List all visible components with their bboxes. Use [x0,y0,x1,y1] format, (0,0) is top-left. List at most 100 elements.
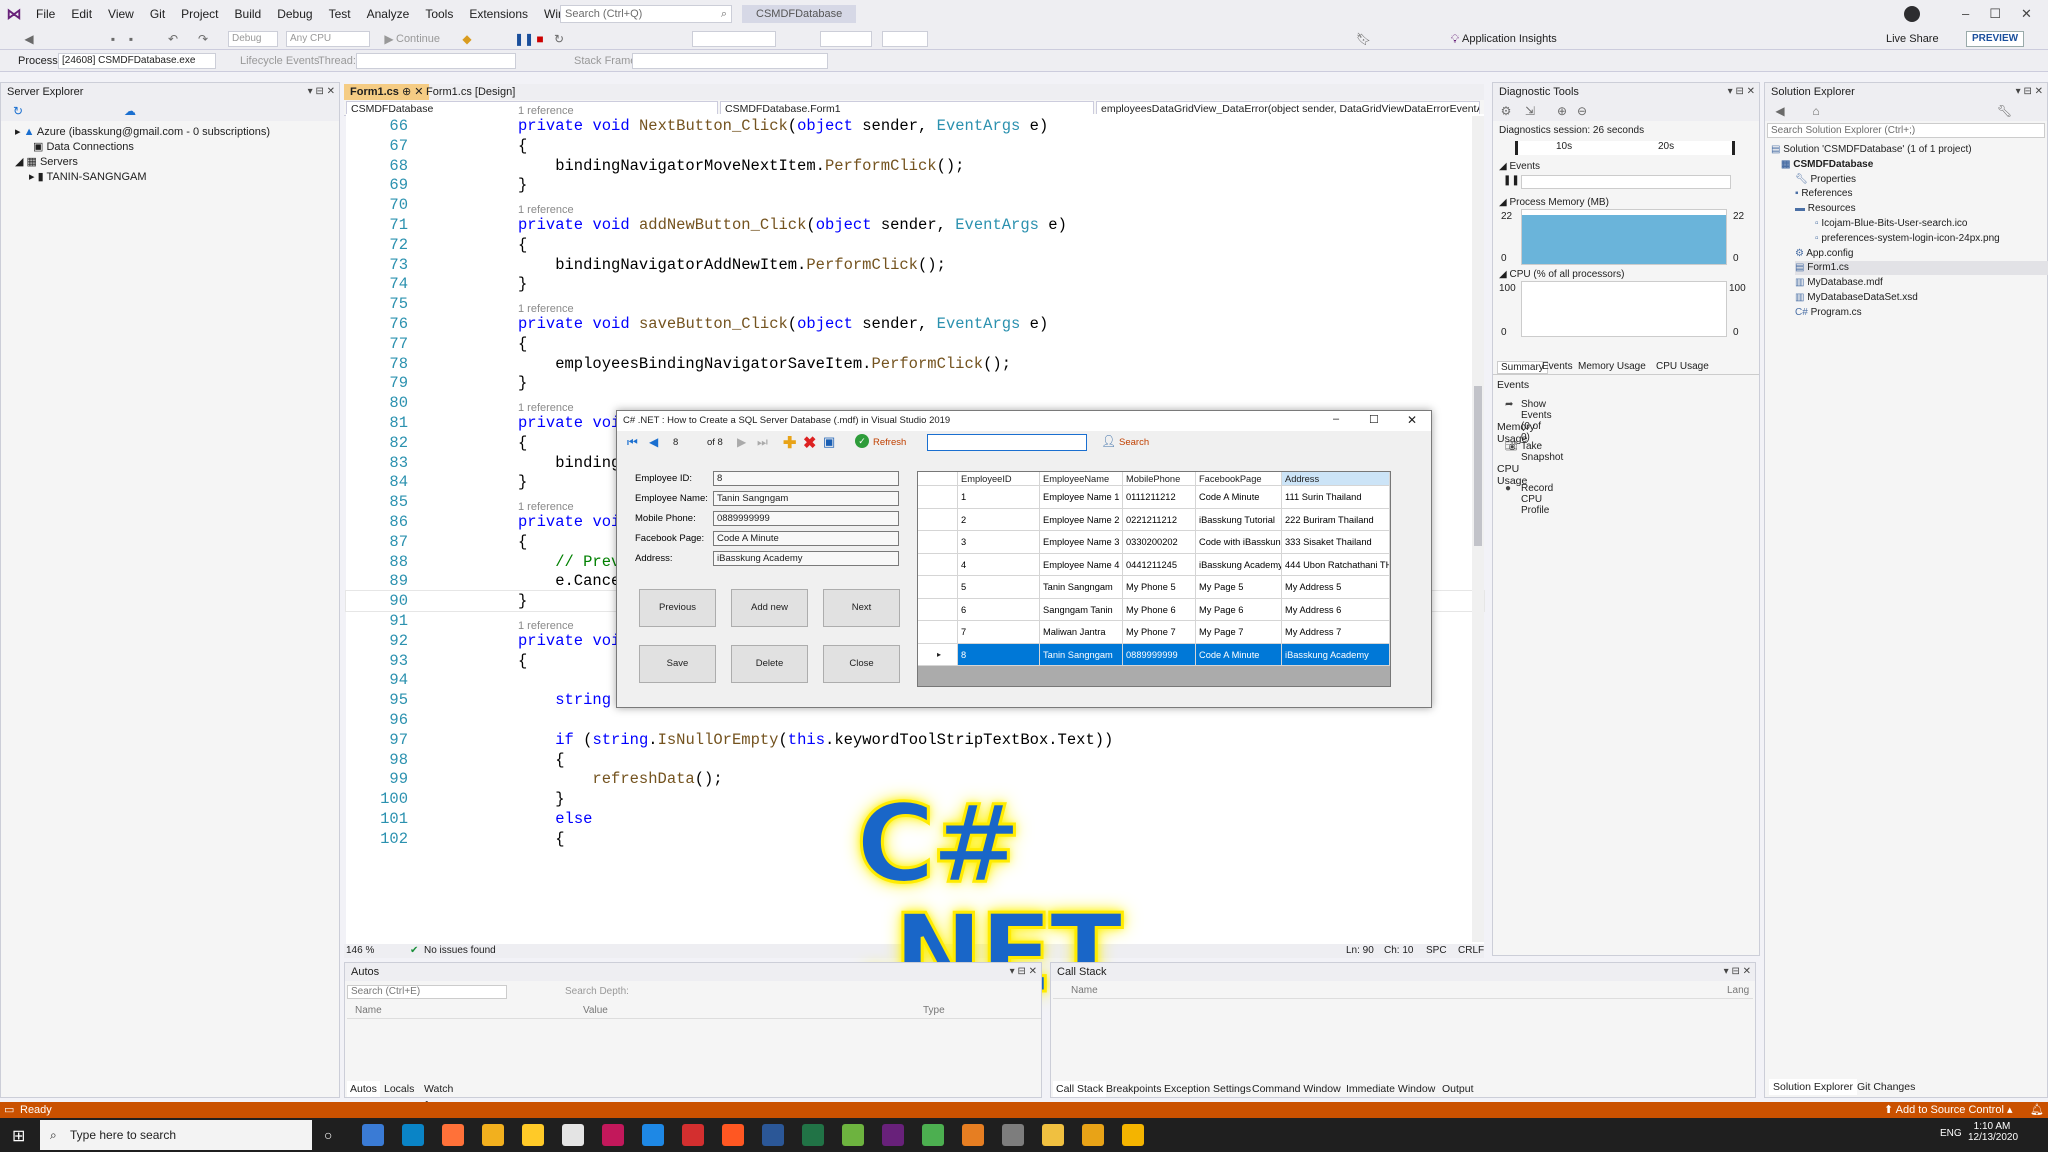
form-close-icon[interactable]: ✕ [1407,413,1417,427]
grid-cell[interactable]: iBasskung Academy [1282,643,1390,666]
live-share-label[interactable]: Live Share [1886,28,1939,50]
menu-extensions[interactable]: Extensions [461,0,536,28]
grid-cell[interactable]: 333 Sisaket Thailand [1282,531,1390,554]
diag-tab-events[interactable]: Events [1539,361,1576,372]
tree-item-server-node[interactable]: ▸ ▮ TANIN-SANGNGAM [29,170,147,184]
form-maximize-icon[interactable]: ☐ [1369,413,1379,426]
grid-cell[interactable]: 8 [958,643,1040,666]
autos-tab[interactable]: Autos [347,1081,380,1097]
keyword-search-input[interactable] [927,434,1087,451]
hot-reload-icon[interactable]: ◆ [460,32,474,46]
grid-cell[interactable]: My Page 6 [1196,598,1282,621]
menu-edit[interactable]: Edit [63,0,100,28]
diag-tab-memory-usage[interactable]: Memory Usage [1575,361,1649,372]
diag-action[interactable]: Take Snapshot [1521,441,1563,463]
code-line[interactable]: 71 private void addNewButton_Click(object… [346,215,1484,235]
memory-graph[interactable] [1521,209,1727,265]
grid-cell[interactable]: My Phone 6 [1123,598,1196,621]
col-cs-lang[interactable]: Lang [1727,985,1749,996]
field-input[interactable]: 8 [713,471,899,486]
solution-tree-item[interactable]: ▥ MyDatabaseDataSet.xsd [1795,291,1918,305]
grid-cell[interactable]: iBasskung Tutorial [1196,508,1282,531]
stop-icon[interactable]: ■ [533,32,547,46]
col-type[interactable]: Type [923,1005,945,1016]
close-button[interactable]: Close [823,645,900,683]
form-minimize-icon[interactable]: – [1333,413,1339,425]
redo-icon[interactable]: ↷ [196,32,210,46]
grid-cell[interactable]: 7 [958,621,1040,644]
grid-cell[interactable]: Tanin Sangngam [1040,576,1123,599]
code-line[interactable]: 66 private void NextButton_Click(object s… [346,116,1484,136]
employees-grid[interactable]: EmployeeID EmployeeName MobilePhone Faceboo… [917,471,1391,687]
grid-cell[interactable]: My Phone 5 [1123,576,1196,599]
notification-icon[interactable]: 🔔︎ [2030,1102,2044,1118]
callstack-tab[interactable]: Immediate Window [1343,1081,1438,1097]
delete-button[interactable]: Delete [731,645,808,683]
menu-file[interactable]: File [28,0,63,28]
close-icon[interactable]: ✕ [2021,0,2032,28]
taskbar-app-icon[interactable] [922,1124,944,1146]
field-input[interactable]: 0889999999 [713,511,899,526]
taskbar-app-icon[interactable] [1042,1124,1064,1146]
vs-logo-icon[interactable]: ⋈ [0,5,28,23]
refresh-icon[interactable]: ↻ [11,104,25,118]
taskbar-app-icon[interactable] [402,1124,424,1146]
taskbar-app-icon[interactable] [722,1124,744,1146]
field-input[interactable]: iBasskung Academy [713,551,899,566]
save-icon[interactable]: ▪ [106,32,120,46]
continue-icon[interactable]: ▶ [382,32,396,46]
scrollbar-thumb[interactable] [1474,386,1482,546]
solution-tree-item[interactable]: ▪ References [1795,187,1852,201]
taskbar-app-icon[interactable] [602,1124,624,1146]
sol-back-icon[interactable]: ◀ [1773,104,1787,118]
grid-row-header[interactable] [918,598,958,621]
taskbar-app-icon[interactable] [482,1124,504,1146]
taskbar-app-icon[interactable] [962,1124,984,1146]
taskbar-app-icon[interactable] [1122,1124,1144,1146]
grid-cell[interactable]: 444 Ubon Ratchathani TH [1282,553,1390,576]
undo-icon[interactable]: ↶ [166,32,180,46]
grid-cell[interactable]: Employee Name 2 [1040,508,1123,531]
grid-cell[interactable]: Code A Minute [1196,486,1282,509]
solution-tree-item[interactable]: 🔧︎ Properties [1795,173,1856,187]
code-line[interactable]: 74} [346,274,1484,294]
toolbar-dropdown-1[interactable] [692,31,776,47]
config-dropdown[interactable]: Debug [228,31,278,47]
callstack-tab[interactable]: Output [1439,1081,1477,1097]
grid-row-header[interactable] [918,531,958,554]
grid-cell[interactable]: My Address 6 [1282,598,1390,621]
taskbar-app-icon[interactable] [802,1124,824,1146]
grid-cell[interactable]: 0441211245 [1123,553,1196,576]
crlf-indicator[interactable]: CRLF [1458,944,1484,958]
app-insights-label[interactable]: Application Insights [1462,28,1557,50]
code-line[interactable]: 76 private void saveButton_Click(object s… [346,314,1484,334]
grid-cell[interactable]: 0330200202 [1123,531,1196,554]
field-input[interactable]: Tanin Sangngam [713,491,899,506]
callstack-tab[interactable]: Exception Settings [1161,1081,1254,1097]
move-next-icon[interactable]: ▶ [737,435,746,449]
search-box[interactable]: Search (Ctrl+Q) ⌕ [560,5,732,23]
menu-view[interactable]: View [100,0,142,28]
callstack-tab[interactable]: Command Window [1249,1081,1344,1097]
grid-cell[interactable]: My Phone 7 [1123,621,1196,644]
col-name[interactable]: Name [355,1005,382,1016]
grid-cell[interactable]: Sangngam Tanin [1040,598,1123,621]
grid-cell[interactable]: 3 [958,531,1040,554]
diag-settings-icon[interactable]: ⚙ [1499,104,1513,118]
grid-cell[interactable]: Tanin Sangngam [1040,643,1123,666]
menu-git[interactable]: Git [142,0,173,28]
editor-scrollbar[interactable] [1472,116,1484,942]
solution-tree-item[interactable]: ▬ Resources [1795,202,1856,216]
taskbar-app-icon[interactable] [1082,1124,1104,1146]
autos-search[interactable]: Search (Ctrl+E) [347,985,507,999]
add-new-icon[interactable]: ✚ [783,433,796,453]
solution-search[interactable]: Search Solution Explorer (Ctrl+;) [1767,123,2045,138]
code-line[interactable]: 67 { [346,136,1484,156]
callstack-tab[interactable]: Breakpoints [1103,1081,1164,1097]
tab-git-changes[interactable]: Git Changes [1853,1079,1919,1095]
menu-analyze[interactable]: Analyze [359,0,418,28]
taskbar-app-icon[interactable] [682,1124,704,1146]
nav-member-dropdown[interactable]: employeesDataGridView_DataError(object s… [1096,101,1480,115]
search-user-icon[interactable]: 👤︎ [1101,434,1116,448]
menu-test[interactable]: Test [321,0,359,28]
